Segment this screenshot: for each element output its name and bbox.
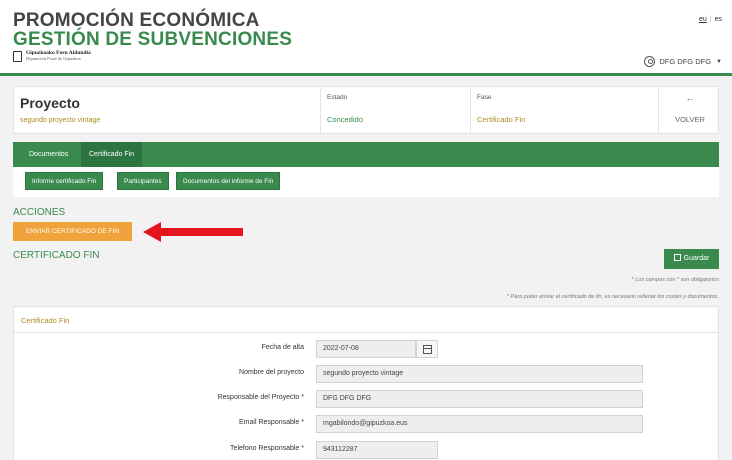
- fecha-label: Fecha de alta: [261, 344, 304, 351]
- nombre-row: Nombre del proyecto segundo proyecto vin…: [14, 365, 718, 383]
- language-switcher: eu | es: [698, 16, 722, 23]
- subtab-informe-certificado[interactable]: Informe certificado Fin: [25, 172, 104, 190]
- responsable-label: Responsable del Proyecto *: [217, 394, 304, 401]
- dfg-logo: Gipuzkoako Foru Aldundia Diputación Fora…: [13, 50, 91, 62]
- fase-column: Fase Certificado Fin: [470, 87, 658, 133]
- calendar-icon: [423, 345, 432, 354]
- certificado-form: Certificado Fin Fecha de alta 2022-07-08…: [13, 306, 719, 460]
- save-label: Guardar: [683, 255, 710, 262]
- telefono-input[interactable]: 943112287: [316, 441, 438, 459]
- back-label: VOLVER: [675, 115, 705, 124]
- fecha-row: Fecha de alta 2022-07-08: [14, 340, 718, 358]
- certificado-heading: CERTIFICADO FIN: [13, 250, 100, 261]
- subtab-documentos-informe[interactable]: Documentos del informe de Fin: [176, 172, 281, 190]
- shield-icon: [13, 50, 22, 62]
- tab-certificado-fin[interactable]: Certificado Fin: [81, 142, 143, 167]
- nombre-label: Nombre del proyecto: [239, 369, 304, 376]
- nombre-input[interactable]: segundo proyecto vintage: [316, 365, 643, 383]
- lang-es-link[interactable]: es: [715, 16, 722, 23]
- fase-label: Fase: [477, 94, 492, 101]
- project-summary: Proyecto segundo proyecto vintage Estado…: [13, 86, 719, 134]
- estado-value: Concedido: [327, 115, 363, 124]
- back-button[interactable]: ← VOLVER: [658, 87, 720, 133]
- app-title-line2: GESTIÓN DE SUBVENCIONES: [13, 29, 293, 50]
- user-name: DFG DFG DFG: [659, 57, 712, 66]
- subtab-participantes[interactable]: Participantes: [117, 172, 169, 190]
- send-certificate-button[interactable]: ENVIAR CERTIFICADO DE FIN: [13, 222, 132, 241]
- calendar-button[interactable]: [416, 340, 438, 358]
- acciones-heading: ACCIONES: [13, 207, 66, 218]
- form-header: Certificado Fin: [14, 307, 718, 333]
- responsable-row: Responsable del Proyecto * DFG DFG DFG: [14, 390, 718, 408]
- page-title: Proyecto: [20, 95, 80, 111]
- chevron-down-icon: ▼: [716, 58, 722, 65]
- email-input[interactable]: mgabilondo@gipuzkoa.eus: [316, 415, 643, 433]
- save-icon: [673, 254, 681, 261]
- estado-column: Estado Concedido: [320, 87, 470, 133]
- main-tabs: Documentos Certificado Fin: [13, 142, 719, 167]
- save-button[interactable]: Guardar: [664, 249, 719, 269]
- fecha-input[interactable]: 2022-07-08: [316, 340, 416, 358]
- project-name: segundo proyecto vintage: [20, 117, 101, 124]
- telefono-row: Telefono Responsable * 943112287: [14, 441, 718, 459]
- lang-eu-link[interactable]: eu: [699, 16, 707, 23]
- email-label: Email Responsable *: [239, 419, 304, 426]
- sub-tabs: Informe certificado Fin Participantes Do…: [13, 167, 719, 197]
- email-row: Email Responsable * mgabilondo@gipuzkoa.…: [14, 415, 718, 433]
- telefono-label: Telefono Responsable *: [230, 445, 304, 452]
- app-header: PROMOCIÓN ECONÓMICA GESTIÓN DE SUBVENCIO…: [0, 0, 732, 76]
- estado-label: Estado: [327, 94, 348, 101]
- user-menu[interactable]: DFG DFG DFG ▼: [644, 56, 722, 67]
- arrow-left-icon: ←: [685, 93, 695, 103]
- required-note: * Los campos con * son obligatorios: [631, 277, 719, 283]
- costs-note: * Para poder enviar el certificado de fi…: [506, 294, 719, 300]
- user-icon: [644, 56, 656, 67]
- fase-value: Certificado Fin: [477, 115, 526, 124]
- form-title: Certificado Fin: [21, 316, 70, 325]
- tab-documentos[interactable]: Documentos: [21, 142, 76, 167]
- responsable-input[interactable]: DFG DFG DFG: [316, 390, 643, 408]
- red-arrow-icon: [143, 222, 243, 242]
- logo-line2: Diputación Foral de Gipuzkoa: [26, 56, 81, 61]
